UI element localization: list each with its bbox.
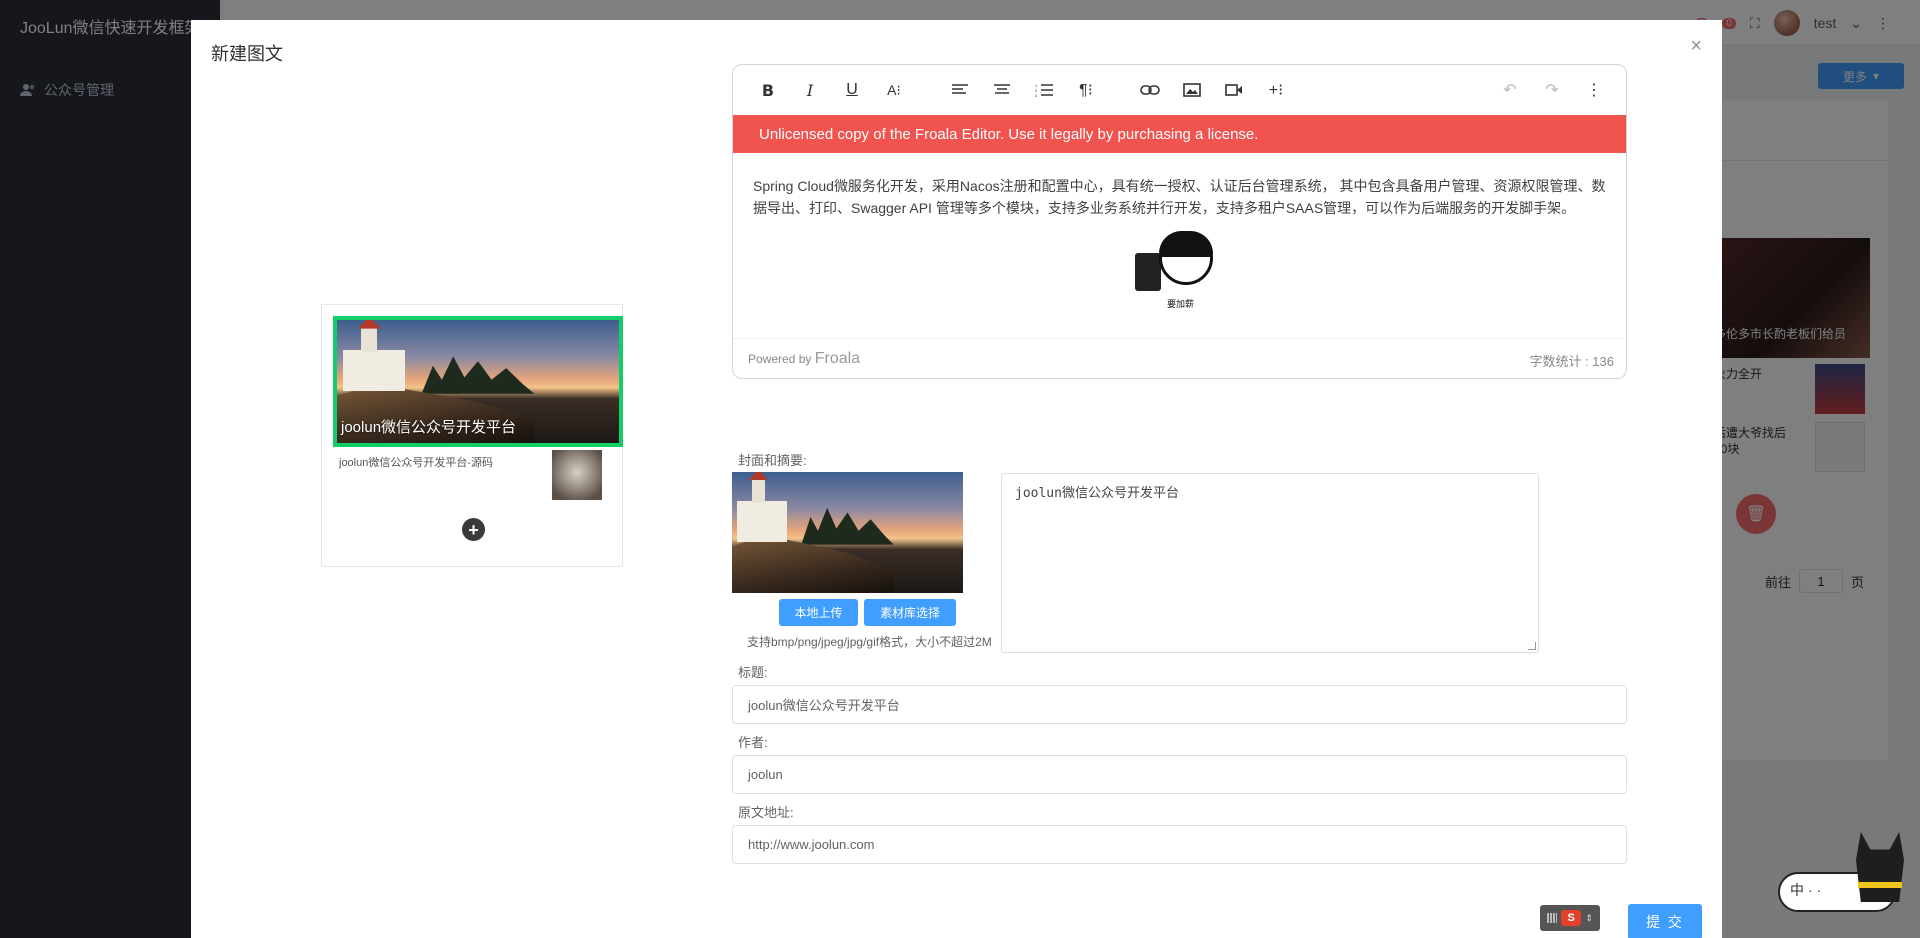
text-style-icon[interactable]: A⁝ — [880, 78, 908, 102]
underline-icon[interactable]: U — [838, 78, 866, 102]
froala-editor: B I U A⁝ 123 ¶⁝ +⁝ ↶ ↷ ⋮ Unlicensed copy… — [732, 64, 1627, 379]
license-warning: Unlicensed copy of the Froala Editor. Us… — [733, 115, 1626, 153]
digest-textarea[interactable]: joolun微信公众号开发平台 — [1001, 473, 1539, 653]
editor-footer: Powered by Froala 字数统计 : 136 — [733, 338, 1626, 378]
powered-by-label: Powered by — [748, 352, 812, 366]
italic-icon[interactable]: I — [796, 78, 824, 102]
svg-text:3: 3 — [1035, 93, 1038, 97]
source-url-input[interactable]: http://www.joolun.com — [732, 825, 1627, 864]
library-select-button[interactable]: 素材库选择 — [864, 599, 956, 626]
grid-icon — [1547, 913, 1558, 923]
ime-toolbar[interactable]: S ⇕ — [1540, 905, 1600, 931]
upload-hint: 支持bmp/png/jpeg/jpg/gif格式，大小不超过2M — [747, 635, 992, 649]
editor-toolbar: B I U A⁝ 123 ¶⁝ +⁝ ↶ ↷ ⋮ — [733, 65, 1626, 115]
new-article-dialog: 新建图文 × joolun微信公众号开发平台 joolun微信公众号开发平台-源… — [191, 20, 1722, 938]
sub-article-title[interactable]: joolun微信公众号开发平台-源码 — [339, 454, 493, 470]
align-left-icon[interactable] — [946, 78, 974, 102]
paragraph-format-icon[interactable]: ¶⁝ — [1072, 78, 1100, 102]
bold-icon[interactable]: B — [754, 78, 782, 102]
redo-icon[interactable]: ↷ — [1538, 78, 1566, 102]
link-icon[interactable] — [1136, 78, 1164, 102]
meme-image: 要加薪 — [1133, 227, 1225, 315]
sogou-icon: S — [1561, 910, 1582, 926]
chevron-down-icon: ⇕ — [1585, 912, 1593, 923]
resize-handle[interactable] — [1528, 642, 1536, 650]
powered-by[interactable]: Powered by Froala — [748, 350, 860, 368]
add-article-icon[interactable]: + — [462, 518, 485, 541]
source-url-label: 原文地址: — [738, 805, 794, 820]
batman-icon — [1856, 832, 1904, 902]
cover-caption: joolun微信公众号开发平台 — [341, 419, 517, 436]
local-upload-button[interactable]: 本地上传 — [779, 599, 858, 626]
close-icon[interactable]: × — [1690, 35, 1702, 58]
koala-thumbnail[interactable] — [552, 450, 602, 500]
froala-logo: Froala — [814, 350, 861, 367]
author-label: 作者: — [738, 735, 768, 750]
belt-decoration — [1858, 882, 1902, 888]
word-count: 字数统计 : 136 — [1529, 354, 1614, 369]
more-menu-icon[interactable]: ⋮ — [1580, 78, 1608, 102]
title-input[interactable]: joolun微信公众号开发平台 — [732, 685, 1627, 724]
image-icon[interactable] — [1178, 78, 1206, 102]
align-center-icon[interactable] — [988, 78, 1016, 102]
submit-button[interactable]: 提 交 — [1628, 904, 1702, 938]
selected-article-cover[interactable]: joolun微信公众号开发平台 — [333, 316, 623, 447]
ordered-list-icon[interactable]: 123 — [1030, 78, 1058, 102]
author-input[interactable]: joolun — [732, 755, 1627, 794]
meme-caption: 要加薪 — [1167, 299, 1195, 309]
cover-label: 封面和摘要: — [738, 453, 807, 468]
dialog-title: 新建图文 — [211, 44, 283, 64]
digest-text: joolun微信公众号开发平台 — [1015, 486, 1179, 501]
mascot-widget[interactable]: 中 · · — [1778, 832, 1916, 916]
insert-more-icon[interactable]: +⁝ — [1262, 78, 1290, 102]
cover-image — [732, 472, 963, 593]
undo-icon[interactable]: ↶ — [1496, 78, 1524, 102]
video-icon[interactable] — [1220, 78, 1248, 102]
editor-content[interactable]: Spring Cloud微服务化开发，采用Nacos注册和配置中心，具有统一授权… — [753, 175, 1606, 219]
article-preview: joolun微信公众号开发平台 joolun微信公众号开发平台-源码 + — [321, 304, 623, 567]
title-label: 标题: — [738, 665, 768, 680]
